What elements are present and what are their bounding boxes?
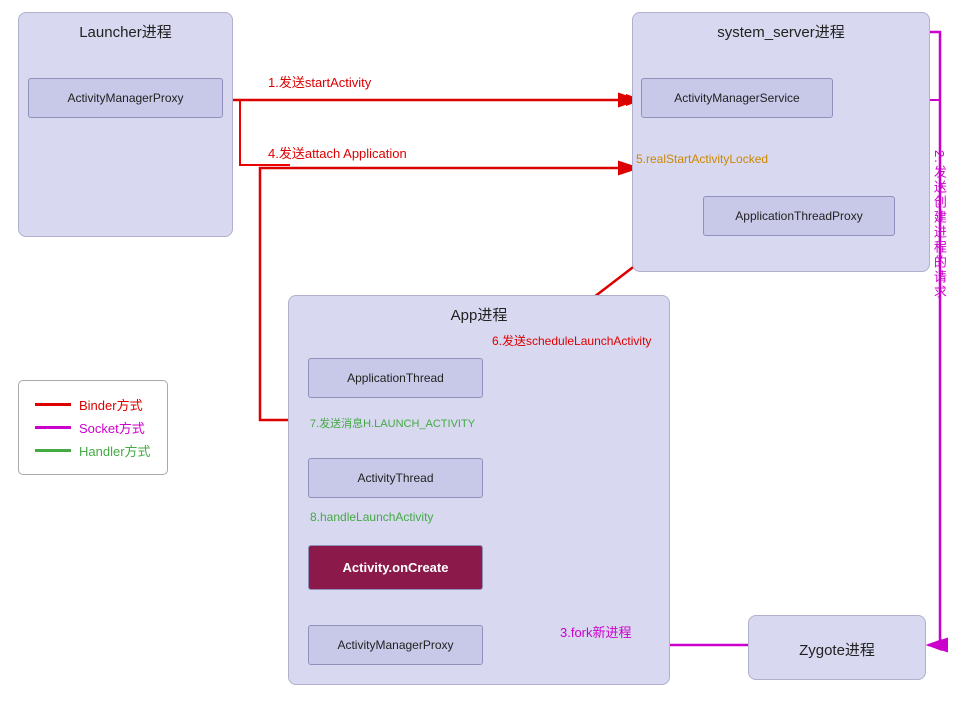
zygote-process-title: Zygote进程 [799, 631, 875, 664]
arrow2-label: 2.发送创建进程的请求 [930, 150, 947, 300]
activity-manager-service: ActivityManagerService [641, 78, 833, 118]
activity-manager-proxy-launcher: ActivityManagerProxy [28, 78, 223, 118]
arrow8-label: 8.handleLaunchActivity [310, 510, 433, 524]
arrow5-label: 5.realStartActivityLocked [636, 152, 768, 166]
activity-oncreate: Activity.onCreate [308, 545, 483, 590]
diagram-container: Launcher进程 ActivityManagerProxy system_s… [0, 0, 960, 720]
legend-binder: Binder方式 [35, 395, 151, 414]
arrow1-label: 1.发送startActivity [268, 72, 371, 91]
socket-line [35, 426, 71, 429]
handler-label: Handler方式 [79, 441, 151, 460]
zygote-process: Zygote进程 [748, 615, 926, 680]
activity-manager-proxy-app: ActivityManagerProxy [308, 625, 483, 665]
activity-thread: ActivityThread [308, 458, 483, 498]
launcher-process-title: Launcher进程 [19, 13, 232, 46]
binder-label: Binder方式 [79, 395, 143, 414]
arrow4-label: 4.发送attach Application [268, 143, 407, 162]
legend-socket: Socket方式 [35, 418, 151, 437]
arrow7-label: 7.发送消息H.LAUNCH_ACTIVITY [310, 415, 475, 431]
legend-handler: Handler方式 [35, 441, 151, 460]
socket-label: Socket方式 [79, 418, 145, 437]
legend: Binder方式 Socket方式 Handler方式 [18, 380, 168, 475]
launcher-process: Launcher进程 [18, 12, 233, 237]
arrow6-label: 6.发送scheduleLaunchActivity [492, 332, 651, 349]
app-process-title: App进程 [289, 296, 669, 329]
system-server-process-title: system_server进程 [633, 13, 929, 46]
application-thread-proxy: ApplicationThreadProxy [703, 196, 895, 236]
arrow3-label: 3.fork新进程 [560, 622, 632, 641]
application-thread: ApplicationThread [308, 358, 483, 398]
handler-line [35, 449, 71, 452]
binder-line [35, 403, 71, 406]
